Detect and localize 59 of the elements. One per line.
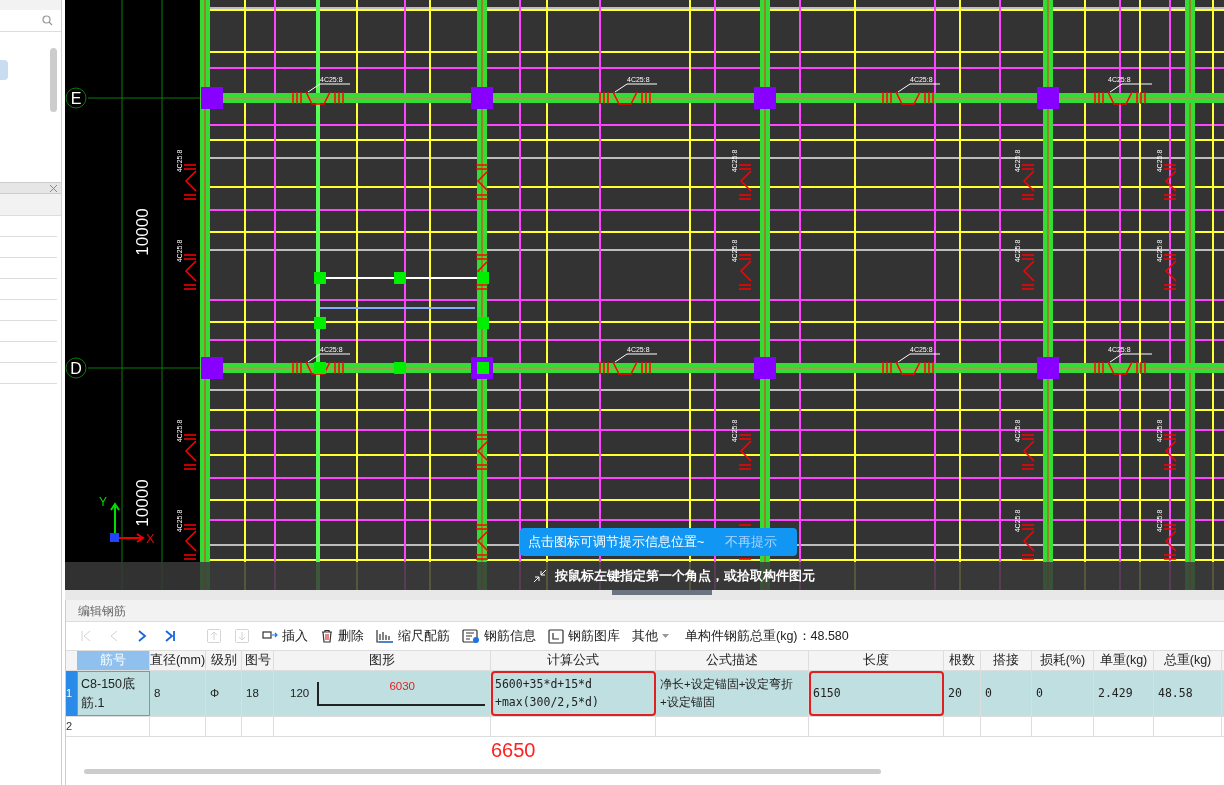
table-cell: 18	[242, 671, 274, 716]
column-header[interactable]: 搭接	[981, 651, 1032, 670]
shape-library-icon	[548, 628, 564, 644]
dimension-text: 10000	[133, 208, 152, 256]
table-cell: Φ	[206, 671, 242, 716]
other-menu-button[interactable]: 其他	[628, 626, 673, 646]
table-cell: 净长+设定锚固+设定弯折+设定锚固	[656, 671, 809, 716]
table-cell: 48.58	[1154, 671, 1222, 716]
table-cell: 6150	[809, 671, 944, 716]
axis-label: D	[70, 360, 82, 377]
arrow-down-icon	[234, 628, 250, 644]
bend-length: 120	[290, 685, 310, 701]
axis-label: E	[70, 90, 82, 107]
column-header[interactable]: 直径(mm)	[150, 651, 206, 670]
table-cell: 20	[944, 671, 981, 716]
tree-item[interactable]	[0, 60, 8, 80]
toolbar-button[interactable]: 钢筋图库	[544, 626, 624, 646]
column-header[interactable]: 图号	[242, 651, 274, 670]
status-text: 按鼠标左键指定第一个角点，或拾取构件图元	[555, 567, 815, 585]
table-cell: 5600+35*d+15*d +max(300/2,5*d)	[491, 671, 656, 716]
column-header[interactable]: 单重(kg)	[1094, 651, 1154, 670]
column-header[interactable]: 长度	[809, 651, 944, 670]
column-header[interactable]: 计算公式	[491, 651, 656, 670]
list-info-icon	[462, 628, 480, 644]
toolbar-button[interactable]: 删除	[316, 626, 368, 646]
span-length: 6030	[389, 678, 415, 694]
panel-header	[0, 0, 61, 10]
column-header[interactable]: 根数	[944, 651, 981, 670]
toolbar-button[interactable]: 钢筋信息	[458, 626, 540, 646]
column-header[interactable]: 损耗(%)	[1032, 651, 1094, 670]
toolbar-button[interactable]: 缩尺配筋	[372, 626, 454, 646]
row-number: 2	[66, 719, 74, 735]
table-cell: 8	[150, 671, 206, 716]
dimension-text: 10000	[133, 479, 152, 527]
scrollbar-thumb[interactable]	[50, 48, 57, 112]
table-cell: 0	[981, 671, 1032, 716]
shrink-arrows-icon	[533, 569, 547, 583]
table-row[interactable]: 2	[66, 717, 1224, 737]
column-header[interactable]: 总重(kg)	[1154, 651, 1222, 670]
arrow-up-icon	[206, 628, 222, 644]
column-header[interactable]: 公式描述	[656, 651, 809, 670]
table-cell: C8-150底筋.1	[77, 671, 150, 716]
trash-icon	[320, 629, 334, 643]
column-header[interactable]: 图形	[274, 651, 491, 670]
total-weight-text: 单构件钢筋总重(kg)：48.580	[685, 627, 849, 645]
annotation-number: 6650	[491, 738, 536, 763]
panel-title: 编辑钢筋	[78, 602, 126, 620]
hint-text: 点击图标可调节提示信息位置~	[528, 533, 705, 551]
caret-down-icon	[662, 634, 669, 638]
table-cell: 2.429	[1094, 671, 1154, 716]
close-icon[interactable]	[50, 184, 57, 192]
toolbar-button[interactable]: 插入	[258, 626, 312, 646]
horizontal-scrollbar[interactable]	[84, 769, 881, 774]
column-header[interactable]: 级别	[206, 651, 242, 670]
ruler-bars-icon	[376, 629, 394, 643]
table-cell: 0	[1032, 671, 1094, 716]
row-number: 1	[66, 671, 77, 716]
splitter-handle[interactable]	[612, 590, 712, 595]
search-icon	[42, 15, 53, 26]
